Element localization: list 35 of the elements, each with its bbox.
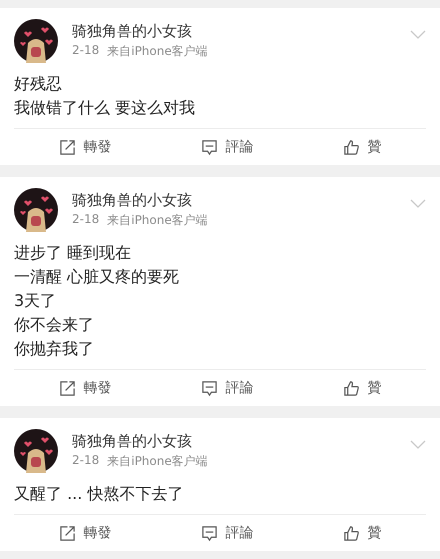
post-date: 2-18 [72, 43, 100, 59]
action-label[interactable]: 轉發 [84, 524, 112, 542]
comment-icon[interactable] [200, 138, 218, 156]
action-label[interactable]: 評論 [226, 138, 254, 156]
post-text: 你抛弃我了 [14, 338, 95, 360]
author-name[interactable]: 骑独角兽的小女孩 [72, 191, 396, 210]
post-text: 3天了 [14, 290, 58, 312]
action-label[interactable]: 轉發 [84, 379, 112, 397]
share-icon[interactable] [58, 380, 76, 396]
post-text: 好残忍 [14, 73, 63, 95]
comment-icon[interactable] [200, 380, 218, 396]
action-label[interactable]: 贊 [368, 379, 382, 397]
post-text: 进步了 睡到现在 [14, 242, 132, 264]
share-icon[interactable] [58, 524, 76, 542]
action-label[interactable]: 贊 [368, 524, 382, 542]
thumbs-up-icon[interactable] [342, 524, 360, 542]
post-date: 2-18 [72, 212, 100, 228]
post-date: 2-18 [72, 453, 100, 469]
post-text: 我做错了什么 要这么对我 [14, 97, 196, 119]
author-name[interactable]: 骑独角兽的小女孩 [72, 22, 396, 41]
comment-icon[interactable] [200, 524, 218, 542]
post-source: 来自iPhone客户端 [107, 212, 208, 229]
share-icon[interactable] [58, 138, 76, 156]
action-label[interactable]: 評論 [226, 379, 254, 397]
thumbs-up-icon[interactable] [342, 138, 360, 156]
post-source: 来自iPhone客户端 [107, 43, 208, 60]
post-text: 又醒了 ... 快熬不下去了 [14, 483, 184, 505]
post-text: 你不会来了 [14, 314, 95, 336]
action-label[interactable]: 轉發 [84, 138, 112, 156]
post-text: 一清醒 心脏又疼的要死 [14, 266, 180, 288]
post-source: 来自iPhone客户端 [107, 453, 208, 470]
action-label[interactable]: 贊 [368, 138, 382, 156]
thumbs-up-icon[interactable] [342, 380, 360, 396]
author-name[interactable]: 骑独角兽的小女孩 [72, 432, 396, 451]
action-label[interactable]: 評論 [226, 524, 254, 542]
